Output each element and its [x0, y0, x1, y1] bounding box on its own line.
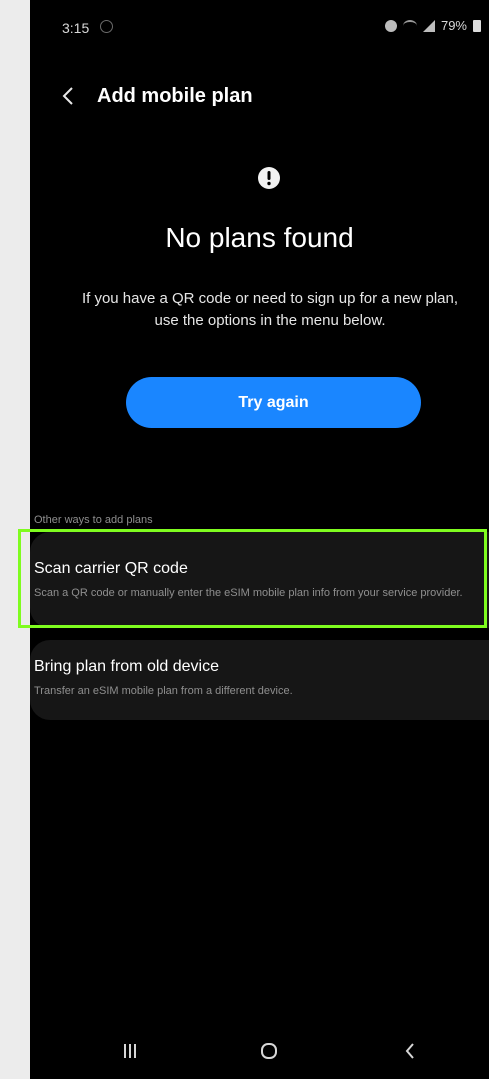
home-icon — [261, 1043, 277, 1059]
home-button[interactable] — [249, 1038, 289, 1064]
wifi-icon — [402, 19, 417, 32]
status-time: 3:15 — [62, 20, 90, 36]
scan-qr-code-title: Scan carrier QR code — [34, 560, 188, 577]
bring-plan-title: Bring plan from old device — [34, 658, 219, 675]
no-plans-description: If you have a QR code or need to sign up… — [81, 290, 459, 329]
no-plans-headline: No plans found — [165, 222, 354, 253]
status-icons: 79% — [384, 18, 481, 33]
status-bar: 3:15 79% — [30, 0, 489, 56]
scan-qr-code-option[interactable]: Scan carrier QR code Scan a QR code or m… — [30, 532, 489, 628]
try-again-button[interactable]: Try again — [126, 377, 421, 428]
nav-back-icon — [405, 1043, 414, 1059]
battery-percent: 79% — [440, 18, 467, 33]
whatsapp-notification-icon — [100, 20, 113, 33]
signal-icon — [422, 19, 435, 32]
bring-plan-option[interactable]: Bring plan from old device Transfer an e… — [30, 640, 489, 720]
alert-icon — [258, 167, 280, 189]
phone-screen: 3:15 79% Add mobile plan No plans found … — [30, 0, 489, 1079]
page-title: Add mobile plan — [97, 85, 253, 107]
recent-apps-icon — [124, 1044, 136, 1058]
header: Add mobile plan — [30, 76, 489, 116]
other-ways-label: Other ways to add plans — [34, 514, 153, 526]
alarm-icon — [384, 19, 397, 32]
back-icon — [62, 87, 73, 105]
back-button[interactable] — [56, 82, 80, 110]
nav-back-button[interactable] — [390, 1038, 430, 1064]
bring-plan-subtitle: Transfer an eSIM mobile plan from a diff… — [34, 685, 293, 697]
scan-qr-code-subtitle: Scan a QR code or manually enter the eSI… — [34, 587, 463, 599]
navigation-bar — [30, 1022, 489, 1079]
recent-apps-button[interactable] — [110, 1038, 150, 1064]
battery-icon — [473, 19, 481, 32]
